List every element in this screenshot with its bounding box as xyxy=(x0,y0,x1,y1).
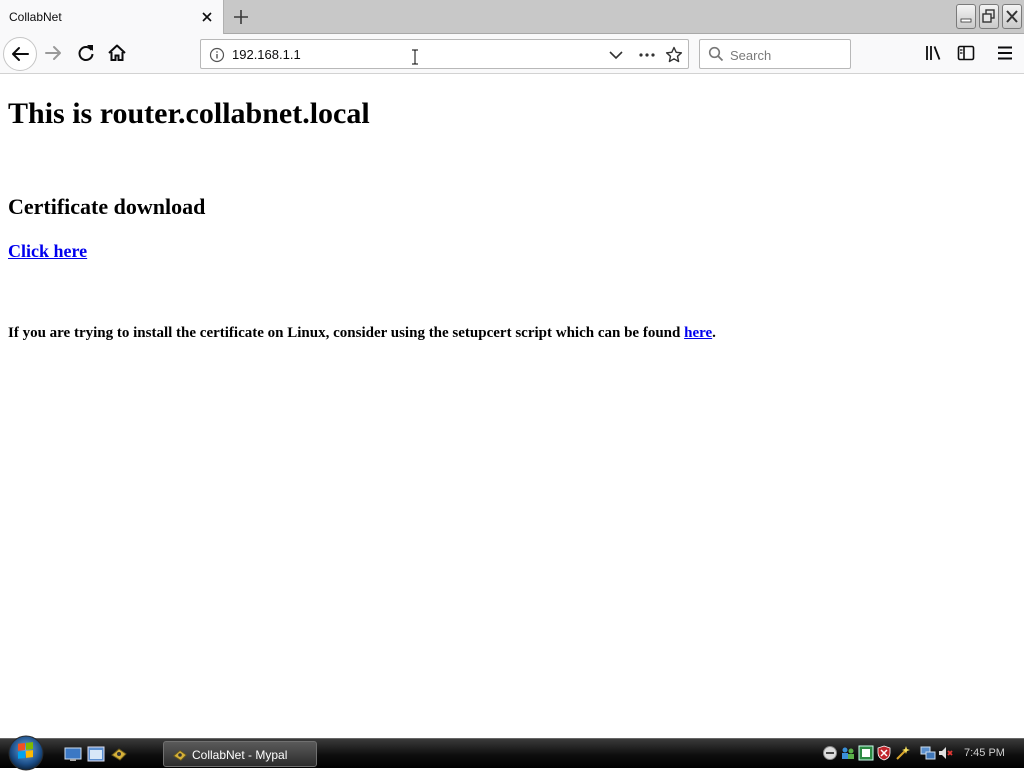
taskbar-item-mypal[interactable]: CollabNet - Mypal xyxy=(163,741,317,767)
page-heading: This is router.collabnet.local xyxy=(8,97,370,130)
text-cursor-icon xyxy=(412,49,418,65)
security-shield-icon[interactable] xyxy=(876,745,892,761)
system-tray: 7:45 PM xyxy=(818,742,1024,766)
explorer-icon[interactable] xyxy=(87,746,105,762)
url-text[interactable]: 192.168.1.1 xyxy=(232,47,301,62)
bookmark-star-icon[interactable] xyxy=(665,46,683,64)
back-arrow-icon xyxy=(12,47,29,61)
new-tab-icon[interactable] xyxy=(230,6,252,28)
taskbar-item-label: CollabNet - Mypal xyxy=(192,748,288,762)
setupcert-script-link[interactable]: here xyxy=(684,325,712,341)
taskbar: CollabNet - Mypal 7:45 PM xyxy=(0,735,1024,771)
certificate-heading: Certificate download xyxy=(8,194,206,219)
start-button[interactable] xyxy=(6,733,46,771)
show-desktop-icon[interactable] xyxy=(64,746,82,762)
minimize-window-button[interactable] xyxy=(956,4,976,29)
library-icon[interactable] xyxy=(924,43,944,63)
mypal-browser-icon xyxy=(173,749,187,761)
magic-wand-icon[interactable] xyxy=(894,745,910,761)
mypal-browser-icon[interactable] xyxy=(110,745,128,763)
sidebar-icon[interactable] xyxy=(956,43,976,63)
address-bar[interactable]: 192.168.1.1 xyxy=(200,39,689,69)
search-icon xyxy=(708,46,724,62)
chevron-down-icon[interactable] xyxy=(608,47,624,63)
page-content: This is router.collabnet.local Certifica… xyxy=(0,75,1024,738)
minimize-icon xyxy=(960,18,972,23)
network-users-icon[interactable] xyxy=(840,745,856,761)
hamburger-menu-icon[interactable] xyxy=(996,43,1014,63)
tab-title: CollabNet xyxy=(9,10,62,24)
home-icon[interactable] xyxy=(106,42,128,64)
page-actions-icon[interactable] xyxy=(637,47,657,63)
close-icon xyxy=(1006,10,1018,23)
site-info-icon[interactable] xyxy=(209,47,225,63)
navigation-toolbar: 192.168.1.1 xyxy=(0,34,1024,74)
volume-muted-icon[interactable] xyxy=(938,745,954,761)
certificate-download-link[interactable]: Click here xyxy=(8,241,87,262)
tab-strip: CollabNet xyxy=(0,0,1024,34)
search-bar[interactable] xyxy=(699,39,851,69)
windows-update-icon[interactable] xyxy=(858,745,874,761)
close-window-button[interactable] xyxy=(1002,4,1022,29)
linux-note-text: If you are trying to install the certifi… xyxy=(8,325,685,341)
tab-collabnet[interactable]: CollabNet xyxy=(0,0,224,34)
forward-arrow-icon[interactable] xyxy=(42,42,64,64)
reload-icon[interactable] xyxy=(75,42,97,64)
linux-note: If you are trying to install the certifi… xyxy=(8,325,716,342)
network-icon[interactable] xyxy=(920,745,936,761)
linux-note-period: . xyxy=(712,325,716,341)
close-tab-icon[interactable] xyxy=(199,9,215,25)
back-button[interactable] xyxy=(3,37,37,71)
restore-icon xyxy=(982,9,995,23)
restore-window-button[interactable] xyxy=(979,4,999,29)
search-input[interactable] xyxy=(730,46,845,64)
minus-circle-icon[interactable] xyxy=(822,745,838,761)
taskbar-clock[interactable]: 7:45 PM xyxy=(964,747,1005,759)
